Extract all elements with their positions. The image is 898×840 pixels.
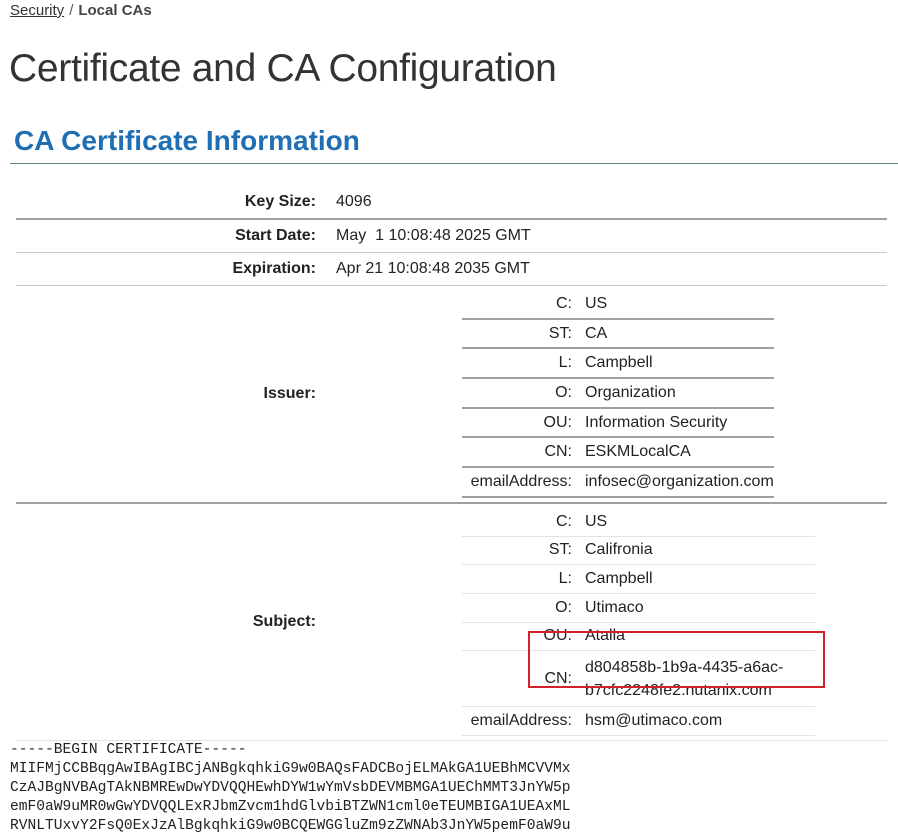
pem-line: -----BEGIN CERTIFICATE-----: [10, 742, 247, 758]
subject-value: hsm@utimaco.com: [585, 706, 815, 736]
breadcrumb: Security / Local CAs: [10, 2, 152, 19]
pem-line: CzAJBgNVBAgTAkNBMREwDwYDVQQHEwhDYW1wYmVs…: [10, 780, 571, 796]
pem-line: RVNLTUxvY2FsQ0ExJzAlBgkqhkiG9w0BCQEWGGlu…: [10, 818, 571, 834]
issuer-value: CA: [585, 318, 774, 350]
issuer-key: L:: [462, 348, 585, 380]
issuer-key: ST:: [462, 318, 585, 350]
start-date-label: Start Date:: [16, 219, 336, 253]
breadcrumb-current: Local CAs: [78, 2, 152, 19]
row-expiration: Expiration: Apr 21 10:08:48 2035 GMT: [16, 252, 887, 286]
breadcrumb-link-security[interactable]: Security: [10, 2, 64, 19]
key-size-value: 4096: [336, 186, 887, 220]
row-subject: Subject: C: US ST: Califronia L: Campbell O…: [16, 502, 887, 741]
breadcrumb-separator: /: [69, 2, 74, 19]
issuer-row-c: C: US: [462, 290, 774, 320]
issuer-row-cn: CN: ESKMLocalCA: [462, 437, 774, 469]
issuer-row-email: emailAddress: infosec@organization.com: [462, 467, 774, 498]
row-issuer: Issuer: C: US ST: CA L: Campbell O: Organiza…: [16, 285, 887, 504]
issuer-label: Issuer:: [16, 285, 336, 504]
issuer-row-l: L: Campbell: [462, 348, 774, 380]
subject-key: O:: [462, 593, 585, 623]
subject-row-email: emailAddress: hsm@utimaco.com: [462, 706, 815, 736]
subject-label: Subject:: [16, 502, 336, 741]
issuer-key: CN:: [462, 437, 585, 469]
issuer-row-o: O: Organization: [462, 378, 774, 409]
row-key-size: Key Size: 4096: [16, 186, 887, 220]
issuer-value: Organization: [585, 378, 774, 409]
subject-key: L:: [462, 564, 585, 594]
subject-value: Campbell: [585, 564, 815, 594]
subject-value: Califronia: [585, 536, 815, 566]
issuer-value: Campbell: [585, 348, 774, 380]
key-size-label: Key Size:: [16, 186, 336, 220]
section-divider: [10, 163, 898, 164]
issuer-value: Information Security: [585, 407, 774, 439]
subject-dn-table: C: US ST: Califronia L: Campbell O: Utimaco …: [462, 507, 815, 736]
subject-row-st: ST: Califronia: [462, 536, 815, 566]
expiration-value: Apr 21 10:08:48 2035 GMT: [336, 252, 887, 286]
subject-key: C:: [462, 507, 585, 537]
start-date-value: May 1 10:08:48 2025 GMT: [336, 219, 887, 253]
section-title: CA Certificate Information: [14, 125, 360, 156]
subject-row-o: O: Utimaco: [462, 593, 815, 623]
issuer-value: infosec@organization.com: [585, 467, 774, 498]
expiration-label: Expiration:: [16, 252, 336, 286]
subject-row-c: C: US: [462, 507, 815, 537]
issuer-row-ou: OU: Information Security: [462, 407, 774, 439]
issuer-key: OU:: [462, 407, 585, 439]
certificate-pem: -----BEGIN CERTIFICATE----- MIIFMjCCBBqg…: [10, 741, 571, 836]
issuer-key: O:: [462, 378, 585, 409]
issuer-value: US: [585, 290, 774, 320]
issuer-row-st: ST: CA: [462, 318, 774, 350]
issuer-key: C:: [462, 290, 585, 320]
issuer-dn-table: C: US ST: CA L: Campbell O: Organization OU:…: [462, 290, 774, 498]
subject-value: Utimaco: [585, 593, 815, 623]
pem-line: emF0aW9uMR0wGwYDVQQLExRJbmZvcm1hdGlvbiBT…: [10, 799, 571, 815]
issuer-key: emailAddress:: [462, 467, 585, 498]
row-start-date: Start Date: May 1 10:08:48 2025 GMT: [16, 219, 887, 253]
subject-row-l: L: Campbell: [462, 564, 815, 594]
subject-value: US: [585, 507, 815, 537]
issuer-value: ESKMLocalCA: [585, 437, 774, 469]
subject-key: emailAddress:: [462, 706, 585, 736]
pem-line: MIIFMjCCBBqgAwIBAgIBCjANBgkqhkiG9w0BAQsF…: [10, 761, 571, 777]
cn-highlight-box: [528, 631, 825, 688]
page-title: Certificate and CA Configuration: [9, 47, 557, 90]
subject-key: ST:: [462, 536, 585, 566]
